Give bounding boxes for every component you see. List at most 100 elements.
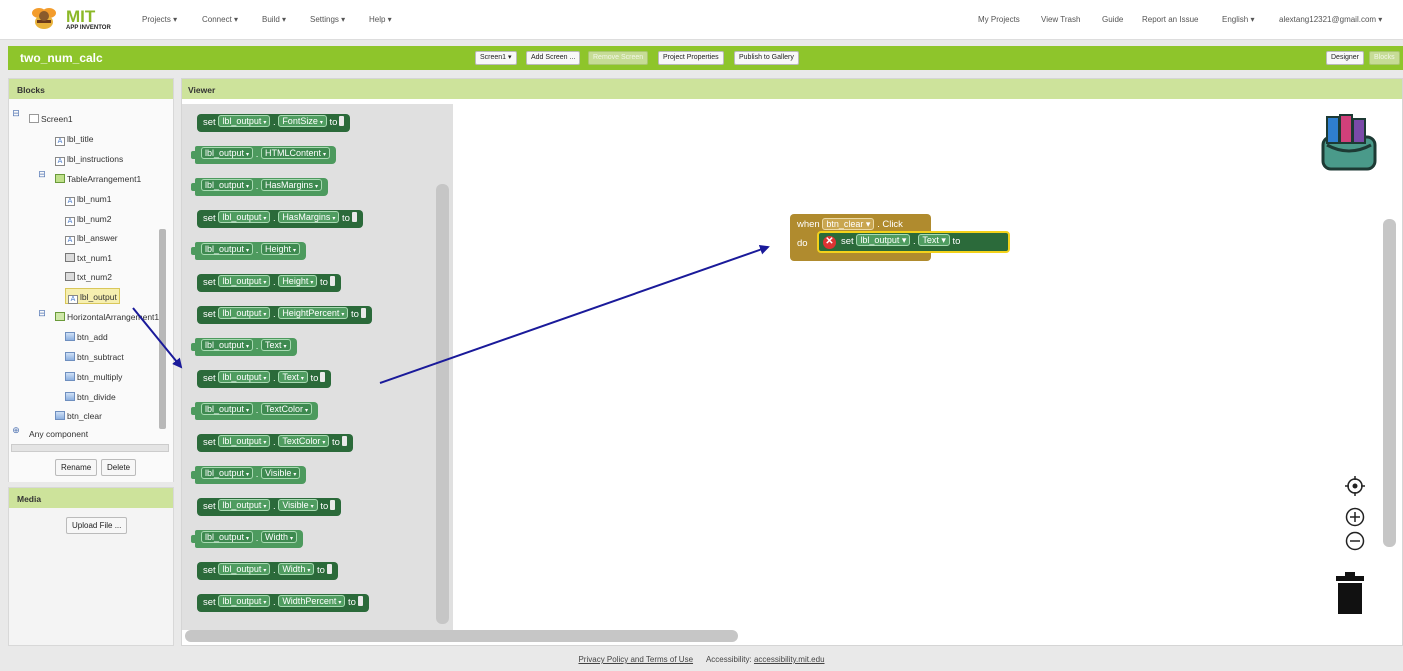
viewer-title: Viewer bbox=[182, 79, 1402, 99]
block-get-hasmargins[interactable]: lbl_output ▾ . HasMargins ▾ bbox=[190, 178, 329, 196]
textbox-icon bbox=[65, 253, 75, 262]
project-name: two_num_calc bbox=[20, 51, 103, 65]
tree-btn-add[interactable]: btn_add bbox=[65, 329, 108, 345]
link-my-projects[interactable]: My Projects bbox=[978, 15, 1020, 24]
accessibility-link[interactable]: accessibility.mit.edu bbox=[754, 655, 825, 664]
backpack-icon[interactable] bbox=[1317, 111, 1381, 173]
workspace-horizontal-scrollbar[interactable] bbox=[185, 630, 738, 642]
tree-any-component[interactable]: Any component bbox=[29, 426, 88, 442]
accessibility-label: Accessibility: bbox=[705, 655, 752, 664]
tree-lbl-answer[interactable]: Albl_answer bbox=[65, 230, 118, 246]
zoom-out-icon[interactable] bbox=[1345, 531, 1365, 551]
blocks-button[interactable]: Blocks bbox=[1369, 51, 1400, 65]
tree-txt-num1[interactable]: txt_num1 bbox=[65, 250, 112, 266]
menu-connect[interactable]: Connect ▾ bbox=[202, 15, 238, 24]
textbox-icon bbox=[65, 272, 75, 281]
event-do-label: do bbox=[797, 238, 808, 249]
blocks-panel: Blocks ⊟ Screen1 Albl_title Albl_instruc… bbox=[8, 78, 174, 482]
remove-screen-button[interactable]: Remove Screen bbox=[588, 51, 649, 65]
set-text-block-in-event[interactable]: ✕ set lbl_output ▾ . Text ▾ to bbox=[817, 231, 1010, 253]
block-set-visible[interactable]: set lbl_output ▾ . Visible ▾ to bbox=[197, 498, 342, 516]
label-icon: A bbox=[65, 217, 75, 226]
collapse-horizontal-icon[interactable]: ⊟ bbox=[37, 308, 47, 319]
page-footer: Privacy Policy and Terms of Use Accessib… bbox=[0, 655, 1403, 664]
workspace-vertical-scrollbar[interactable] bbox=[1383, 219, 1396, 547]
account-menu[interactable]: alextang12321@gmail.com ▾ bbox=[1279, 15, 1382, 24]
tree-lbl-num2[interactable]: Albl_num2 bbox=[65, 211, 112, 227]
project-toolbar: two_num_calc Screen1 ▾ Add Screen ... Re… bbox=[8, 46, 1403, 70]
collapse-screen1-icon[interactable]: ⊟ bbox=[11, 108, 21, 119]
delete-button[interactable]: Delete bbox=[101, 459, 137, 476]
blocks-panel-title: Blocks bbox=[9, 79, 173, 99]
add-screen-button[interactable]: Add Screen ... bbox=[526, 51, 581, 65]
blocks-flyout-drawer: set lbl_output ▾ . FontSize ▾ to lbl_outpu… bbox=[182, 104, 453, 630]
menu-projects[interactable]: Projects ▾ bbox=[142, 15, 177, 24]
block-set-heightpercent[interactable]: set lbl_output ▾ . HeightPercent ▾ to bbox=[197, 306, 372, 324]
tree-lbl-title[interactable]: Albl_title bbox=[55, 131, 93, 147]
screen-icon bbox=[29, 114, 39, 123]
tree-lbl-output-selected[interactable]: Albl_output bbox=[65, 288, 120, 304]
center-target-icon[interactable] bbox=[1344, 475, 1366, 497]
label-icon: A bbox=[55, 137, 65, 146]
button-icon bbox=[65, 372, 75, 381]
app-inventor-logo[interactable]: MIT APP INVENTOR bbox=[30, 6, 122, 34]
tree-lbl-instructions[interactable]: Albl_instructions bbox=[55, 151, 123, 167]
menu-build[interactable]: Build ▾ bbox=[262, 15, 286, 24]
menu-help[interactable]: Help ▾ bbox=[369, 15, 392, 24]
privacy-link[interactable]: Privacy Policy and Terms of Use bbox=[578, 655, 693, 664]
zoom-in-icon[interactable] bbox=[1345, 507, 1365, 527]
link-report-issue[interactable]: Report an Issue bbox=[1142, 15, 1198, 24]
block-get-textcolor[interactable]: lbl_output ▾ . TextColor ▾ bbox=[190, 402, 319, 420]
trash-icon[interactable] bbox=[1335, 572, 1365, 614]
tree-btn-clear[interactable]: btn_clear bbox=[55, 408, 102, 424]
block-set-hasmargins[interactable]: set lbl_output ▾ . HasMargins ▾ to bbox=[197, 210, 363, 228]
upload-file-button[interactable]: Upload File ... bbox=[66, 517, 128, 534]
expand-any-component-icon[interactable]: ⊕ bbox=[11, 425, 21, 436]
blocks-viewer[interactable]: Viewer set lbl_output ▾ . FontSize ▾ to lb… bbox=[181, 78, 1403, 646]
block-set-textcolor[interactable]: set lbl_output ▾ . TextColor ▾ to bbox=[197, 434, 353, 452]
tree-vertical-scrollbar[interactable] bbox=[159, 229, 166, 429]
media-panel-title: Media bbox=[9, 488, 173, 508]
link-view-trash[interactable]: View Trash bbox=[1041, 15, 1080, 24]
block-get-visible[interactable]: lbl_output ▾ . Visible ▾ bbox=[190, 466, 307, 484]
event-header: when btn_clear ▾ . Click bbox=[797, 218, 903, 230]
link-guide[interactable]: Guide bbox=[1102, 15, 1123, 24]
tree-btn-divide[interactable]: btn_divide bbox=[65, 389, 116, 405]
project-properties-button[interactable]: Project Properties bbox=[658, 51, 724, 65]
tree-table-arrangement[interactable]: TableArrangement1 bbox=[55, 171, 141, 187]
rename-button[interactable]: Rename bbox=[55, 459, 98, 476]
block-get-text[interactable]: lbl_output ▾ . Text ▾ bbox=[191, 338, 297, 356]
block-set-text[interactable]: set lbl_output ▾ . Text ▾ to bbox=[197, 370, 332, 388]
collapse-table-icon[interactable]: ⊟ bbox=[37, 169, 47, 180]
block-set-height[interactable]: set lbl_output ▾ . Height ▾ to bbox=[197, 274, 341, 292]
tree-txt-num2[interactable]: txt_num2 bbox=[65, 269, 112, 285]
block-get-htmlcontent[interactable]: lbl_output ▾ . HTMLContent ▾ bbox=[190, 146, 337, 164]
language-menu[interactable]: English ▾ bbox=[1222, 15, 1254, 24]
button-icon bbox=[55, 411, 65, 420]
tree-btn-multiply[interactable]: btn_multiply bbox=[65, 369, 122, 385]
top-navigation-bar: MIT APP INVENTOR Projects ▾ Connect ▾ Bu… bbox=[0, 0, 1403, 40]
error-x-icon[interactable]: ✕ bbox=[823, 236, 836, 249]
bee-logo-icon bbox=[32, 8, 56, 29]
menu-settings[interactable]: Settings ▾ bbox=[310, 15, 345, 24]
block-set-widthpercent[interactable]: set lbl_output ▾ . WidthPercent ▾ to bbox=[197, 594, 369, 612]
flyout-vertical-scrollbar[interactable] bbox=[436, 184, 449, 624]
media-panel: Media Upload File ... bbox=[8, 487, 174, 646]
tree-screen1[interactable]: Screen1 bbox=[29, 111, 73, 127]
block-set-fontsize[interactable]: set lbl_output ▾ . FontSize ▾ to bbox=[197, 114, 351, 132]
tree-btn-subtract[interactable]: btn_subtract bbox=[65, 349, 124, 365]
publish-gallery-button[interactable]: Publish to Gallery bbox=[734, 51, 799, 65]
tree-horizontal-scrollbar[interactable] bbox=[11, 444, 169, 452]
block-set-width[interactable]: set lbl_output ▾ . Width ▾ to bbox=[197, 562, 338, 580]
tree-lbl-num1[interactable]: Albl_num1 bbox=[65, 191, 112, 207]
tree-horizontal-arrangement[interactable]: HorizontalArrangement1 bbox=[55, 309, 167, 325]
screen-select-button[interactable]: Screen1 ▾ bbox=[475, 51, 517, 65]
label-icon: A bbox=[68, 295, 78, 304]
designer-button[interactable]: Designer bbox=[1326, 51, 1365, 65]
logo-mit-text: MIT bbox=[66, 7, 96, 26]
horizontal-arrangement-icon bbox=[55, 312, 65, 321]
logo-app-inventor-text: APP INVENTOR bbox=[66, 25, 111, 31]
block-get-height[interactable]: lbl_output ▾ . Height ▾ bbox=[190, 242, 307, 260]
button-icon bbox=[65, 352, 75, 361]
block-get-width[interactable]: lbl_output ▾ . Width ▾ bbox=[190, 530, 304, 548]
